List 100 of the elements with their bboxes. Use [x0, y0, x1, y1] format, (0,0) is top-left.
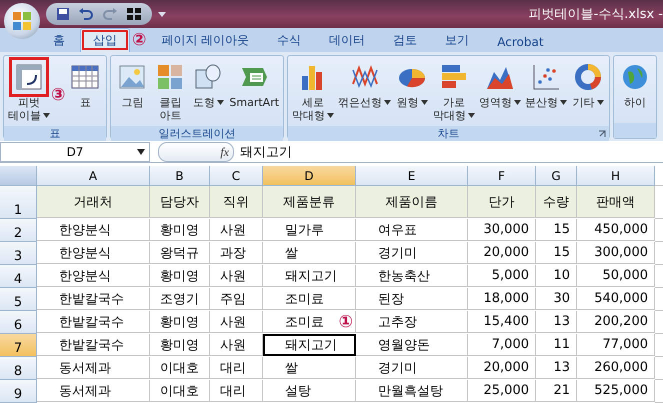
caret-icon[interactable]	[216, 100, 224, 106]
table-cell: 10	[536, 265, 577, 287]
customize-caret-icon[interactable]	[158, 10, 166, 18]
header-cell: 직위	[210, 186, 263, 218]
header-cell: 거래처	[37, 186, 150, 218]
row-header[interactable]: 1	[0, 186, 37, 219]
row-header[interactable]: 8	[0, 357, 37, 380]
ribbon-button[interactable]: 클립 아트	[152, 58, 188, 124]
table-cell: 동서제과	[37, 357, 150, 379]
table-cell: 450,000	[577, 219, 655, 241]
ribbon-button[interactable]: 세로 막대형	[291, 58, 336, 124]
table-cell: 300,000	[577, 242, 655, 264]
column-header[interactable]: A	[37, 166, 150, 186]
table-cell: 20,000	[468, 242, 536, 264]
row-header[interactable]: 2	[0, 219, 37, 242]
ribbon-tab[interactable]: 삽입	[80, 28, 130, 52]
table-cell: 황미영	[150, 265, 210, 287]
column-header[interactable]: D	[263, 166, 356, 186]
table-cell: 이대호	[150, 380, 210, 402]
ribbon-tab[interactable]: 보기	[432, 28, 482, 52]
row-header[interactable]: 3	[0, 242, 37, 265]
ribbon-button[interactable]: 그림	[114, 58, 150, 124]
table-cell: 황미영	[150, 334, 210, 356]
table-cell: 쌀	[263, 357, 356, 379]
office-logo-icon	[12, 11, 32, 31]
name-box[interactable]: D7	[0, 142, 150, 162]
column-header[interactable]: C	[210, 166, 263, 186]
column-header[interactable]: H	[577, 166, 655, 186]
table-cell: 황미영	[150, 311, 210, 333]
table-cell: 한밭칼국수	[37, 334, 150, 356]
table-cell: 540,000	[577, 288, 655, 310]
dialog-launcher-icon[interactable]	[598, 130, 606, 138]
ribbon-button[interactable]: 가로 막대형	[432, 58, 476, 124]
step-marker: ③	[51, 86, 66, 104]
caret-icon[interactable]	[43, 113, 50, 118]
ribbon-button[interactable]: 분산형	[524, 58, 568, 124]
ribbon-button[interactable]: 표	[67, 58, 104, 124]
table-cell: 고추장	[356, 311, 468, 333]
caret-icon[interactable]	[596, 100, 604, 106]
ribbon-tab[interactable]: 페이지 레이아웃	[148, 28, 262, 52]
table-cell: 200,200	[577, 311, 655, 333]
save-icon[interactable]	[56, 7, 70, 21]
caret-icon[interactable]	[514, 100, 522, 106]
ribbon-tab[interactable]: 데이터	[316, 28, 378, 52]
ribbon-button[interactable]: 피벗 테이블	[7, 58, 51, 124]
table-cell: 한밭칼국수	[37, 288, 150, 310]
function-button[interactable]: fx	[220, 144, 229, 160]
table-cell: 사원	[210, 219, 263, 241]
table-cell: 동서제과	[37, 380, 150, 402]
table-cell: 77,000	[577, 334, 655, 356]
column-header[interactable]: B	[150, 166, 210, 186]
row-header[interactable]: 7	[0, 334, 37, 357]
ribbon-button[interactable]: SmartArt	[228, 58, 280, 124]
ribbon-tab[interactable]: 수식	[264, 28, 314, 52]
table-cell: 돼지고기	[263, 334, 356, 356]
ribbon-button[interactable]: 꺾은선형	[337, 58, 392, 124]
table-cell: 260,000	[577, 357, 655, 379]
table-cell: 30,000	[468, 219, 536, 241]
table-cell: 과장	[210, 242, 263, 264]
undo-icon[interactable]	[78, 7, 94, 21]
ribbon-button[interactable]: 도형	[190, 58, 226, 124]
table-cell: 된장	[356, 288, 468, 310]
table-cell: 왕덕규	[150, 242, 210, 264]
ribbon-tab[interactable]: Acrobat	[484, 31, 557, 52]
table-cell: 황미영	[150, 219, 210, 241]
ribbon-button[interactable]: 영역형	[478, 58, 522, 124]
layout-icon[interactable]	[126, 7, 142, 21]
table-cell: 25,000	[468, 380, 536, 402]
caret-icon[interactable]	[327, 113, 334, 118]
group-label: 차트	[438, 126, 460, 141]
row-header[interactable]: 6	[0, 311, 37, 334]
table-cell: 한양분식	[37, 242, 150, 264]
table-cell: 18,000	[468, 288, 536, 310]
table-cell: 이대호	[150, 357, 210, 379]
table-cell: 쌀	[263, 242, 356, 264]
table-cell: 15,400	[468, 311, 536, 333]
header-cell: 판매액	[577, 186, 655, 218]
caret-icon[interactable]	[384, 100, 392, 106]
ribbon-tab[interactable]: 검토	[380, 28, 430, 52]
column-header[interactable]: F	[468, 166, 536, 186]
office-button[interactable]	[4, 3, 40, 39]
ribbon-button[interactable]: 하이	[617, 58, 654, 121]
row-header[interactable]: 4	[0, 265, 37, 288]
row-header[interactable]: 9	[0, 380, 37, 403]
column-header[interactable]: G	[536, 166, 577, 186]
caret-icon[interactable]	[420, 100, 428, 106]
ribbon-button[interactable]: 원형	[394, 58, 430, 124]
dropdown-caret-icon[interactable]	[137, 149, 145, 155]
table-cell: 조미료	[263, 288, 356, 310]
ribbon-button[interactable]: 기타	[570, 58, 606, 124]
row-header[interactable]: 5	[0, 288, 37, 311]
step-marker: ①	[338, 314, 353, 331]
formula-field[interactable]: 돼지고기	[234, 143, 663, 161]
ribbon-tab[interactable]: 홈	[40, 28, 78, 52]
header-cell: 제품분류	[263, 186, 356, 218]
caret-icon[interactable]	[560, 100, 568, 106]
table-cell: 경기미	[356, 242, 468, 264]
column-header[interactable]: E	[356, 166, 468, 186]
header-cell: 단가	[468, 186, 536, 218]
caret-icon[interactable]	[468, 113, 476, 118]
